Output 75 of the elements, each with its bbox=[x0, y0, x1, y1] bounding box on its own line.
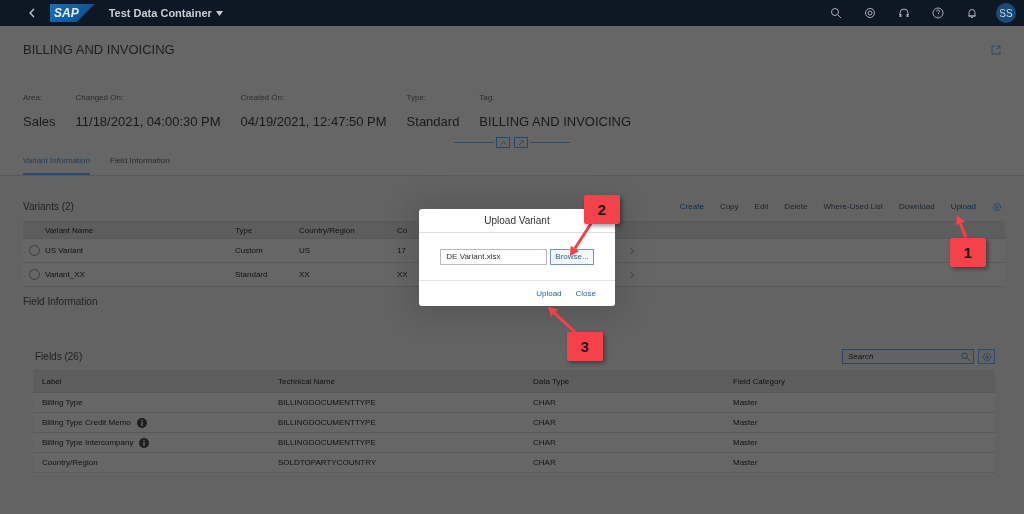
table-cell-text: Custom bbox=[235, 246, 264, 255]
page-title: BILLING AND INVOICING bbox=[23, 42, 175, 57]
table-cell-text: US Variant bbox=[45, 246, 85, 255]
table-cell-text: CHAR bbox=[533, 398, 557, 407]
table-cell-text: CHAR bbox=[533, 418, 557, 427]
table-title: Fields (26) bbox=[35, 351, 83, 362]
table-cell: Billing Type Credit Memo bbox=[42, 418, 131, 427]
table-cell-text: XX bbox=[299, 270, 311, 279]
logo: SAP bbox=[50, 4, 95, 22]
chevron-icon bbox=[629, 270, 635, 279]
column-header: Label bbox=[42, 377, 63, 386]
toolbar-action[interactable]: Upload bbox=[942, 202, 984, 211]
table-cell-text: Master bbox=[733, 458, 759, 467]
headset-icon[interactable] bbox=[898, 7, 910, 19]
callout-arrow bbox=[570, 221, 594, 256]
back-icon[interactable] bbox=[28, 8, 36, 18]
step-number: 2 bbox=[584, 195, 620, 224]
section-title: Field Information bbox=[23, 296, 98, 307]
search-input[interactable]: Search bbox=[846, 351, 961, 362]
caret-icon bbox=[215, 10, 223, 16]
search-icon[interactable] bbox=[830, 7, 842, 19]
search-icon bbox=[961, 352, 970, 361]
app-title-menu[interactable]: Test Data Container bbox=[108, 7, 223, 19]
bell-icon[interactable] bbox=[966, 7, 978, 19]
attribute-value: BILLING AND INVOICING bbox=[479, 114, 632, 129]
dialog-button[interactable]: Upload bbox=[536, 289, 562, 298]
toolbar-action[interactable]: Create bbox=[671, 202, 712, 211]
table-cell: Billing Type Intercompany bbox=[42, 438, 134, 447]
caret-up-icon bbox=[499, 140, 507, 145]
attribute-value: Sales bbox=[23, 114, 56, 129]
user-avatar[interactable]: SS bbox=[996, 3, 1016, 23]
table-cell: Country/Region bbox=[42, 458, 98, 467]
section-title: Variants (2) bbox=[23, 201, 74, 212]
table-cell-text: Master bbox=[733, 418, 759, 427]
table-cell-text: CHAR bbox=[533, 458, 557, 467]
table-cell-text: XX bbox=[397, 270, 409, 279]
chevron-icon bbox=[629, 246, 635, 255]
dialog-button[interactable]: Close bbox=[575, 289, 596, 298]
settings-icon bbox=[991, 201, 1002, 212]
table-cell-text: BILLINGDOCUMENTTYPE bbox=[278, 398, 377, 407]
file-name-field[interactable]: DE Variant.xlsx bbox=[440, 248, 548, 265]
pin-icon bbox=[517, 139, 525, 146]
table-settings-button[interactable] bbox=[978, 349, 995, 364]
share-icon[interactable] bbox=[991, 44, 1001, 55]
info-icon[interactable] bbox=[136, 417, 147, 428]
table-cell-text: US bbox=[299, 246, 312, 255]
callout-arrow bbox=[955, 215, 968, 239]
table-cell-text: Standard bbox=[235, 270, 269, 279]
attribute-value: 04/19/2021, 12:47:50 PM bbox=[240, 114, 387, 129]
column-header: Type bbox=[235, 225, 254, 235]
column-header: Variant Name bbox=[45, 225, 95, 235]
settings-icon bbox=[981, 351, 992, 362]
table-cell-text: SOLDTOPARTYCOUNTRY bbox=[278, 458, 378, 467]
pin-header-button[interactable] bbox=[514, 137, 528, 148]
info-icon[interactable] bbox=[139, 437, 150, 448]
table-cell-text: Variant_XX bbox=[45, 270, 86, 279]
table-cell-text: BILLINGDOCUMENTTYPE bbox=[278, 418, 377, 427]
table-cell-text: Master bbox=[733, 398, 759, 407]
search-field[interactable]: Search bbox=[842, 349, 974, 364]
browse-button[interactable]: Browse... bbox=[550, 248, 594, 265]
column-header: Technical Name bbox=[278, 377, 336, 386]
column-header: Country/Region bbox=[299, 225, 356, 235]
table-cell-text: 17 bbox=[397, 246, 407, 255]
attribute-value: Standard bbox=[406, 114, 460, 129]
table-cell-text: BILLINGDOCUMENTTYPE bbox=[278, 438, 377, 447]
step-number: 3 bbox=[567, 332, 603, 361]
table-cell: Billing Type bbox=[42, 398, 83, 407]
table-cell-text: Master bbox=[733, 438, 759, 447]
step-number: 1 bbox=[950, 238, 986, 267]
column-header: Field Category bbox=[733, 377, 787, 386]
table-cell-text: CHAR bbox=[533, 438, 557, 447]
attribute-value: 11/18/2021, 04:00:30 PM bbox=[75, 114, 221, 129]
column-header: Data Type bbox=[533, 377, 571, 386]
collapse-header-button[interactable] bbox=[496, 137, 510, 148]
help-icon[interactable] bbox=[932, 7, 944, 19]
